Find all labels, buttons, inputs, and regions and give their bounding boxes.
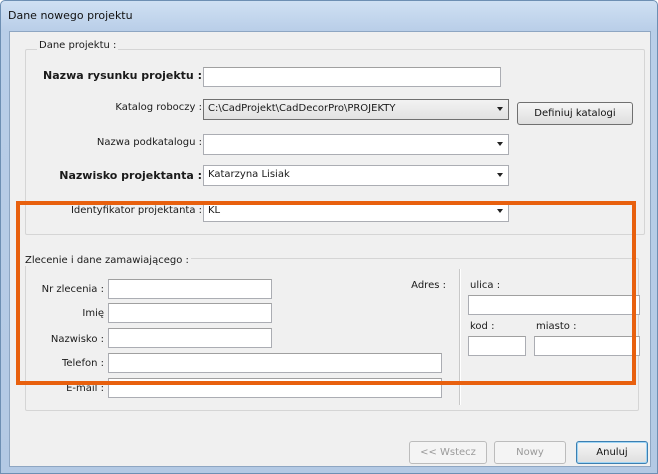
designer-name-value: Katarzyna Lisiak bbox=[208, 169, 290, 180]
dialog-window: Dane nowego projektu Dane projektu : Naz… bbox=[0, 0, 658, 474]
subdir-name-label: Nazwa podkatalogu : bbox=[96, 137, 202, 148]
subdir-name-select[interactable] bbox=[203, 134, 509, 155]
new-button[interactable]: Nowy bbox=[494, 441, 566, 464]
chevron-down-icon bbox=[497, 173, 503, 177]
drawing-name-label: Nazwa rysunku projektu : bbox=[43, 69, 202, 82]
designer-name-select[interactable]: Katarzyna Lisiak bbox=[203, 165, 509, 186]
title-bar[interactable]: Dane nowego projektu bbox=[1, 1, 657, 31]
chevron-down-icon bbox=[497, 107, 503, 111]
working-dir-value: C:\CadProjekt\CadDecorPro\PROJEKTY bbox=[208, 103, 396, 114]
designer-name-label: Nazwisko projektanta : bbox=[59, 169, 202, 182]
chevron-down-icon bbox=[497, 142, 503, 146]
working-dir-label: Katalog roboczy : bbox=[115, 102, 202, 113]
drawing-name-input[interactable] bbox=[203, 67, 501, 87]
working-dir-select[interactable]: C:\CadProjekt\CadDecorPro\PROJEKTY bbox=[203, 99, 509, 120]
cancel-button[interactable]: Anuluj bbox=[576, 441, 648, 464]
back-button[interactable]: << Wstecz bbox=[409, 441, 487, 464]
project-data-legend: Dane projektu : bbox=[37, 40, 119, 51]
window-title: Dane nowego projektu bbox=[8, 9, 133, 22]
define-dirs-button[interactable]: Definiuj katalogi bbox=[517, 102, 633, 125]
highlight-frame bbox=[16, 201, 636, 385]
